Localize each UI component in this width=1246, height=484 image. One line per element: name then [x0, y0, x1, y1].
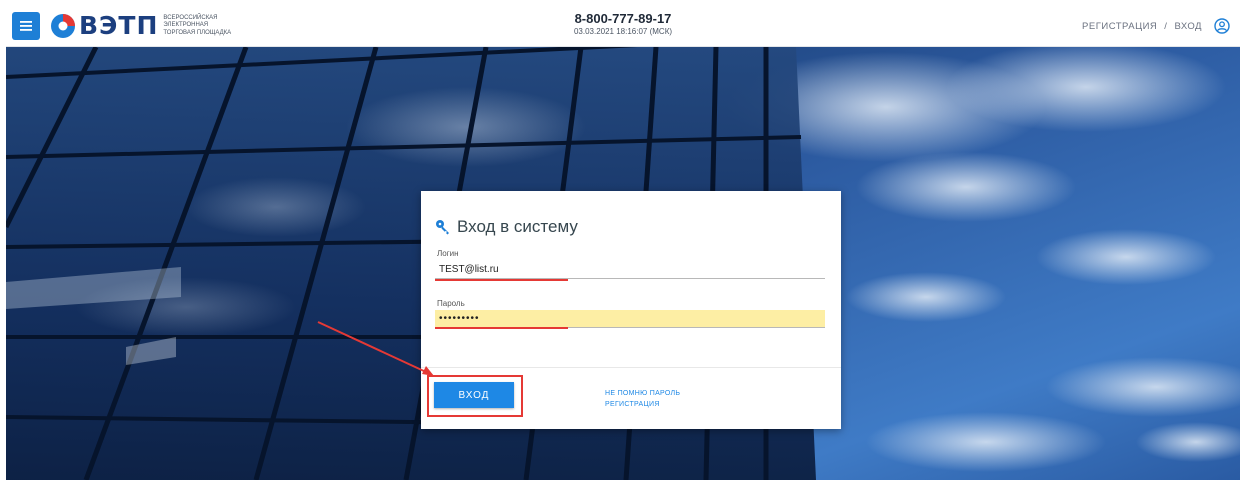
auth-separator: / [1164, 20, 1168, 32]
key-icon [436, 220, 449, 235]
phone-number: 8-800-777-89-17 [574, 11, 672, 26]
password-label: Пароль [437, 299, 465, 308]
contact-block: 8-800-777-89-17 03.03.2021 18:16:07 (МСК… [6, 11, 1240, 37]
login-label: Логин [437, 249, 459, 258]
header-register-link[interactable]: РЕГИСТРАЦИЯ [1082, 21, 1157, 32]
annotation-underline-login [435, 279, 568, 281]
form-title-text: Вход в систему [457, 217, 578, 236]
annotation-highlight-box: ВХОД [427, 375, 523, 417]
user-circle-icon[interactable] [1214, 18, 1230, 34]
header-login-link[interactable]: ВХОД [1174, 21, 1202, 32]
login-form-card: Вход в систему Логин Пароль ВХОД НЕ ПОМН… [421, 191, 841, 429]
auth-links: РЕГИСТРАЦИЯ / ВХОД [1082, 18, 1230, 34]
form-links: НЕ ПОМНЮ ПАРОЛЬ РЕГИСТРАЦИЯ [605, 388, 680, 410]
server-datetime: 03.03.2021 18:16:07 (МСК) [573, 27, 673, 36]
login-input[interactable] [435, 261, 825, 279]
form-register-link[interactable]: РЕГИСТРАЦИЯ [605, 399, 680, 410]
annotation-underline-password [435, 327, 568, 329]
form-divider [421, 367, 841, 368]
browser-viewport: ВЭТП ВСЕРОССИЙСКАЯ ЭЛЕКТРОННАЯ ТОРГОВАЯ … [6, 6, 1240, 480]
password-input[interactable] [435, 310, 825, 328]
form-title: Вход в систему [435, 217, 578, 237]
forgot-password-link[interactable]: НЕ ПОМНЮ ПАРОЛЬ [605, 388, 680, 399]
login-submit-button[interactable]: ВХОД [434, 382, 514, 408]
top-header: ВЭТП ВСЕРОССИЙСКАЯ ЭЛЕКТРОННАЯ ТОРГОВАЯ … [6, 6, 1240, 47]
